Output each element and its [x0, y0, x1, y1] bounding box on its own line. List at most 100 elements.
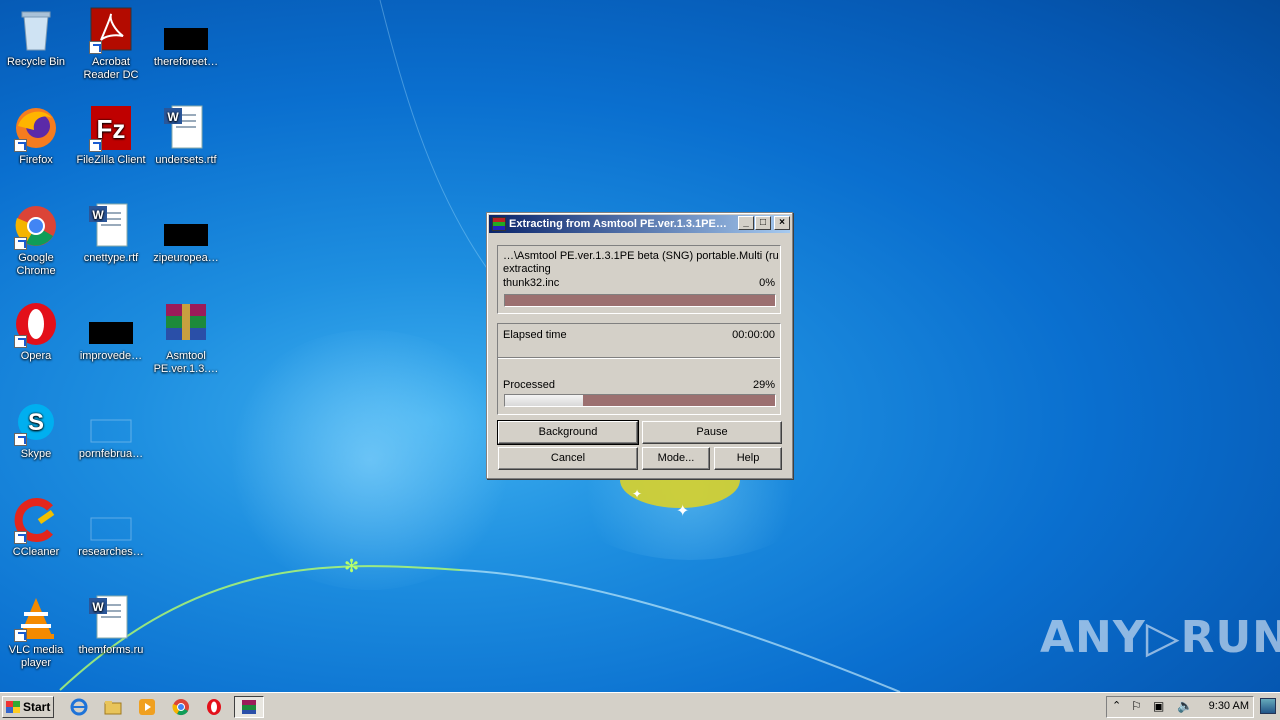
- network-icon[interactable]: ▣: [1153, 699, 1164, 713]
- svg-text:✦: ✦: [676, 503, 689, 520]
- cancel-button[interactable]: Cancel: [498, 447, 638, 470]
- help-button[interactable]: Help: [714, 447, 782, 470]
- elapsed-label: Elapsed time: [503, 329, 567, 341]
- mode-button[interactable]: Mode...: [642, 447, 710, 470]
- desktop-icon-label: pornfebrua…: [78, 448, 144, 460]
- shortcut-arrow-icon: [14, 237, 27, 250]
- status-text: extracting: [503, 263, 551, 275]
- blank-file-icon: [162, 6, 210, 54]
- internet-explorer-icon[interactable]: [70, 698, 88, 716]
- firefox-icon: [12, 104, 60, 152]
- desktop-icon-label: Opera: [20, 350, 52, 362]
- svg-text:✦: ✦: [632, 487, 642, 501]
- volume-icon[interactable]: 🔈: [1177, 698, 1193, 714]
- start-label: Start: [23, 700, 51, 714]
- taskbar-task-winrar[interactable]: [234, 696, 264, 718]
- shortcut-arrow-icon: [89, 139, 102, 152]
- media-player-icon[interactable]: [138, 698, 156, 716]
- desktop-icon-skype[interactable]: S Skype: [0, 398, 74, 461]
- desktop-icon-recycle-bin[interactable]: Recycle Bin: [0, 6, 74, 69]
- desktop-icon-label: VLC media player: [8, 644, 64, 669]
- total-progress-panel: Elapsed time 00:00:00 Processed 29%: [497, 323, 781, 415]
- desktop-icon-label: researches…: [78, 546, 144, 558]
- desktop-icon-label: zipeuropea…: [153, 252, 219, 264]
- ccleaner-icon: [12, 496, 60, 544]
- svg-text:S: S: [28, 409, 44, 436]
- desktop-icon-asmtool-archive[interactable]: Asmtool PE.ver.1.3.…: [148, 300, 224, 376]
- blank-file-icon: [87, 300, 135, 348]
- desktop-icon-google-chrome[interactable]: Google Chrome: [0, 202, 74, 278]
- blank-file-icon: [162, 202, 210, 250]
- desktop-icon-label: FileZilla Client: [76, 154, 146, 166]
- shortcut-arrow-icon: [89, 41, 102, 54]
- dialog-title: Extracting from Asmtool PE.ver.1.3.1PE…: [509, 218, 727, 230]
- shortcut-arrow-icon: [14, 335, 27, 348]
- desktop-icon-undersets[interactable]: W undersets.rtf: [148, 104, 224, 167]
- svg-text:W: W: [92, 208, 104, 222]
- desktop-icon-label: themforms.ru: [78, 644, 144, 656]
- current-file: thunk32.inc: [503, 277, 560, 289]
- chrome-taskbar-icon[interactable]: [172, 698, 190, 716]
- show-hidden-icons-icon[interactable]: ⌃: [1112, 699, 1121, 712]
- action-center-flag-icon[interactable]: ⚐: [1131, 699, 1142, 713]
- file-progress-panel: …\Asmtool PE.ver.1.3.1PE beta (SNG) port…: [497, 245, 781, 314]
- start-button[interactable]: Start: [2, 696, 54, 718]
- svg-text:W: W: [92, 600, 104, 614]
- acrobat-icon: [87, 6, 135, 54]
- desktop-icon-label: CCleaner: [12, 546, 60, 558]
- desktop-icon-ccleaner[interactable]: CCleaner: [0, 496, 74, 559]
- minimize-button[interactable]: _: [738, 216, 754, 230]
- maximize-button[interactable]: □: [755, 216, 771, 230]
- processed-progress-fill: [505, 395, 584, 406]
- shortcut-arrow-icon: [14, 531, 27, 544]
- desktop-icon-label: undersets.rtf: [155, 154, 217, 166]
- desktop-icon-researches[interactable]: researches…: [73, 496, 149, 559]
- desktop-icon-label: Acrobat Reader DC: [83, 56, 139, 81]
- desktop-icon-label: Asmtool PE.ver.1.3.…: [153, 350, 219, 375]
- pause-button[interactable]: Pause: [642, 421, 782, 444]
- processed-percent: 29%: [752, 379, 775, 391]
- blank-file-icon: [87, 496, 135, 544]
- desktop-icon-label: Google Chrome: [16, 252, 56, 277]
- background-button[interactable]: Background: [497, 420, 639, 445]
- winrar-icon: [242, 700, 256, 714]
- desktop-icon-themforms[interactable]: W themforms.ru: [73, 594, 149, 657]
- word-document-icon: W: [87, 594, 135, 642]
- desktop-icon-zipeuropea[interactable]: zipeuropea…: [148, 202, 224, 265]
- desktop-icon-pornfebrua[interactable]: pornfebrua…: [73, 398, 149, 461]
- file-progress-bar: [504, 294, 776, 307]
- desktop-icon-vlc[interactable]: VLC media player: [0, 594, 74, 670]
- shortcut-arrow-icon: [14, 433, 27, 446]
- opera-icon: [12, 300, 60, 348]
- watermark-logo: ANY▷RUN: [1040, 612, 1280, 663]
- opera-taskbar-icon[interactable]: [205, 698, 223, 716]
- archive-path: …\Asmtool PE.ver.1.3.1PE beta (SNG) port…: [503, 250, 779, 262]
- clock[interactable]: 9:30 AM: [1209, 700, 1249, 712]
- processed-progress-bar: [504, 394, 776, 407]
- show-desktop-button[interactable]: [1260, 698, 1276, 714]
- file-explorer-icon[interactable]: [104, 698, 122, 716]
- winrar-archive-icon: [162, 300, 210, 348]
- desktop-icon-label: improvede…: [79, 350, 143, 362]
- desktop-icon-thereforeet[interactable]: thereforeet…: [148, 6, 224, 69]
- system-tray: ⌃ ⚐ ▣ 🔈 9:30 AM: [1106, 696, 1254, 718]
- desktop-icon-acrobat-reader[interactable]: Acrobat Reader DC: [73, 6, 149, 82]
- close-button[interactable]: ×: [774, 216, 790, 230]
- elapsed-value: 00:00:00: [732, 329, 775, 341]
- recycle-bin-icon: [12, 6, 60, 54]
- desktop-icon-label: Skype: [20, 448, 52, 460]
- svg-text:✻: ✻: [344, 556, 359, 576]
- windows-logo-icon: [6, 701, 20, 713]
- desktop-icon-opera[interactable]: Opera: [0, 300, 74, 363]
- skype-icon: S: [12, 398, 60, 446]
- desktop-icon-label: cnettype.rtf: [83, 252, 139, 264]
- processed-label: Processed: [503, 379, 555, 391]
- desktop-icon-cnettype[interactable]: W cnettype.rtf: [73, 202, 149, 265]
- desktop-icon-filezilla[interactable]: Fz FileZilla Client: [73, 104, 149, 167]
- filezilla-icon: Fz: [87, 104, 135, 152]
- desktop-icon-firefox[interactable]: Firefox: [0, 104, 74, 167]
- extraction-dialog: Extracting from Asmtool PE.ver.1.3.1PE… …: [486, 212, 793, 479]
- desktop-icon-improvede[interactable]: improvede…: [73, 300, 149, 363]
- desktop-icon-label: Recycle Bin: [6, 56, 66, 68]
- taskbar: Start ⌃ ⚐ ▣ 🔈 9:30 AM: [0, 692, 1280, 720]
